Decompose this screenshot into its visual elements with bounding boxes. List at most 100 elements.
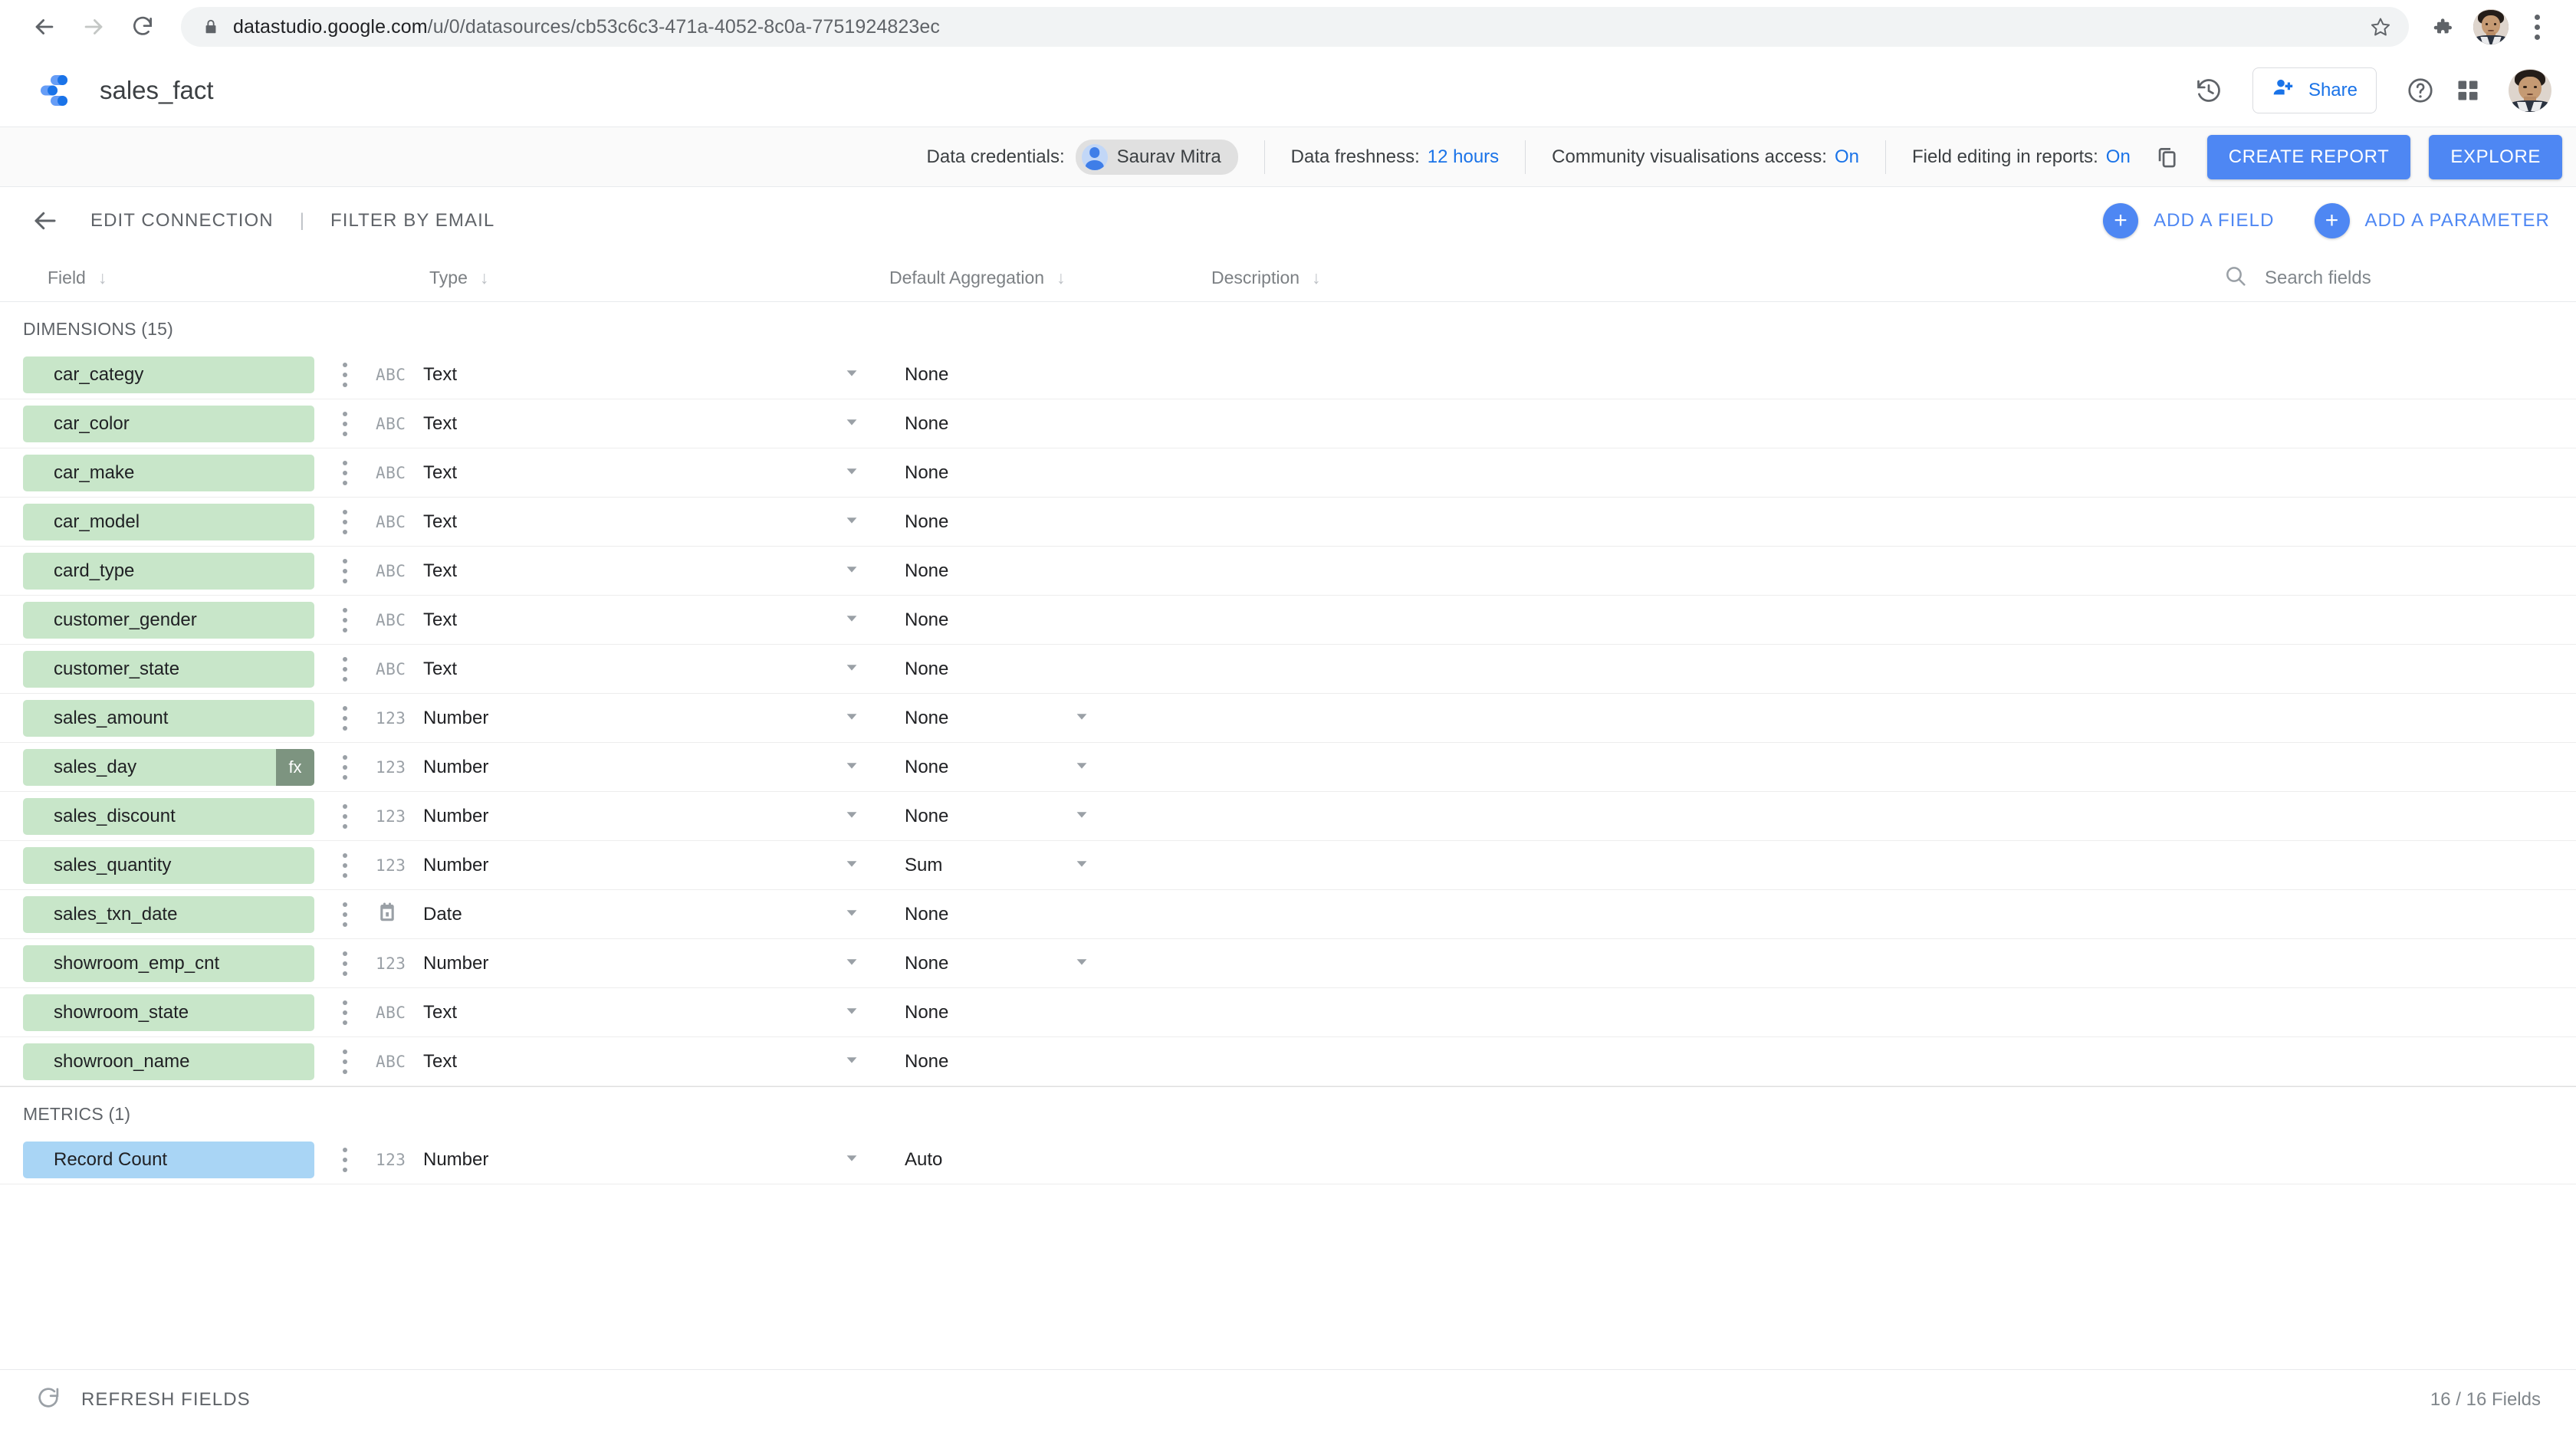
field-name-chip[interactable]: car_categy [23, 356, 314, 393]
table-row[interactable]: sales_quantity 123 Number Sum [0, 841, 2576, 890]
field-type-cell[interactable]: ABC Text [368, 364, 905, 386]
field-name-chip[interactable]: Record Count [23, 1141, 314, 1178]
three-dot-menu-icon[interactable] [2518, 5, 2556, 48]
chevron-down-icon[interactable] [843, 953, 860, 974]
field-type-cell[interactable]: ABC Text [368, 462, 905, 484]
chevron-down-icon[interactable] [843, 1051, 860, 1073]
help-circle-icon[interactable] [2397, 67, 2444, 114]
search-fields-container[interactable]: Search fields [2223, 255, 2545, 302]
default-aggregation-cell[interactable]: None [905, 462, 1196, 484]
chevron-down-icon[interactable] [843, 904, 860, 925]
table-row[interactable]: sales_txn_date Date None [0, 890, 2576, 939]
chevron-down-icon[interactable] [843, 560, 860, 582]
row-options-icon[interactable] [322, 1049, 368, 1074]
default-aggregation-cell[interactable]: None [905, 609, 1196, 631]
puzzle-piece-icon[interactable] [2421, 5, 2464, 48]
table-row[interactable]: customer_state ABC Text None [0, 645, 2576, 694]
chevron-down-icon[interactable] [843, 511, 860, 533]
down-arrow-icon[interactable]: ↓ [98, 268, 107, 288]
field-name-chip[interactable]: showroom_emp_cnt [23, 944, 314, 982]
table-row[interactable]: sales_amount 123 Number None [0, 694, 2576, 743]
column-header-default-aggregation[interactable]: Default Aggregation ↓ [889, 268, 1181, 288]
back-arrow-icon[interactable] [20, 2, 69, 51]
default-aggregation-cell[interactable]: None [905, 953, 1196, 974]
row-options-icon[interactable] [322, 558, 368, 583]
column-header-type[interactable]: Type ↓ [368, 268, 889, 288]
row-options-icon[interactable] [322, 460, 368, 485]
forward-arrow-icon[interactable] [69, 2, 118, 51]
default-aggregation-cell[interactable]: Sum [905, 855, 1196, 876]
field-type-cell[interactable]: ABC Text [368, 659, 905, 680]
browser-profile-avatar[interactable] [2473, 9, 2509, 44]
row-options-icon[interactable] [322, 902, 368, 927]
chevron-down-icon[interactable] [1073, 708, 1090, 729]
default-aggregation-cell[interactable]: None [905, 708, 1196, 729]
default-aggregation-cell[interactable]: None [905, 364, 1196, 386]
field-name-chip[interactable]: card_type [23, 552, 314, 590]
chevron-down-icon[interactable] [843, 609, 860, 631]
column-header-field[interactable]: Field ↓ [0, 268, 368, 288]
default-aggregation-cell[interactable]: None [905, 413, 1196, 435]
chevron-down-icon[interactable] [843, 708, 860, 729]
data-credentials-chip[interactable]: Saurav Mitra [1075, 139, 1238, 175]
table-row[interactable]: card_type ABC Text None [0, 547, 2576, 596]
table-row[interactable]: sales_day fx 123 Number None [0, 743, 2576, 792]
row-options-icon[interactable] [322, 411, 368, 436]
field-editing-group[interactable]: Field editing in reports: On [1912, 146, 2131, 168]
table-row[interactable]: showroon_name ABC Text None [0, 1037, 2576, 1086]
chevron-down-icon[interactable] [843, 1149, 860, 1171]
table-row[interactable]: showroom_state ABC Text None [0, 988, 2576, 1037]
chevron-down-icon[interactable] [843, 659, 860, 680]
data-freshness-value[interactable]: 12 hours [1428, 146, 1499, 168]
chevron-down-icon[interactable] [843, 1002, 860, 1023]
row-options-icon[interactable] [322, 509, 368, 534]
row-options-icon[interactable] [322, 656, 368, 682]
field-editing-value[interactable]: On [2106, 146, 2131, 168]
field-name-chip[interactable]: sales_txn_date [23, 895, 314, 933]
field-type-cell[interactable]: 123 Number [368, 855, 905, 876]
field-name-chip[interactable]: sales_discount [23, 797, 314, 835]
chevron-down-icon[interactable] [1073, 953, 1090, 974]
create-report-button[interactable]: CREATE REPORT [2206, 134, 2411, 179]
default-aggregation-cell[interactable]: None [905, 511, 1196, 533]
table-row[interactable]: car_categy ABC Text None [0, 350, 2576, 399]
field-type-cell[interactable]: ABC Text [368, 413, 905, 435]
field-name-chip[interactable]: car_color [23, 405, 314, 442]
address-bar[interactable]: datastudio.google.com/u/0/datasources/cb… [181, 7, 2409, 47]
filter-by-email-button[interactable]: FILTER BY EMAIL [330, 210, 495, 232]
data-freshness-group[interactable]: Data freshness: 12 hours [1291, 146, 1500, 168]
chevron-down-icon[interactable] [843, 413, 860, 435]
chevron-down-icon[interactable] [843, 855, 860, 876]
chevron-down-icon[interactable] [1073, 855, 1090, 876]
down-arrow-icon[interactable]: ↓ [480, 268, 489, 288]
table-row[interactable]: car_model ABC Text None [0, 498, 2576, 547]
default-aggregation-cell[interactable]: None [905, 904, 1196, 925]
row-options-icon[interactable] [322, 607, 368, 632]
row-options-icon[interactable] [322, 951, 368, 976]
field-type-cell[interactable]: 123 Number [368, 708, 905, 729]
default-aggregation-cell[interactable]: None [905, 806, 1196, 827]
field-name-chip[interactable]: car_make [23, 454, 314, 491]
table-row[interactable]: customer_gender ABC Text None [0, 596, 2576, 645]
field-type-cell[interactable]: 123 Number [368, 953, 905, 974]
explore-button[interactable]: EXPLORE [2429, 134, 2562, 179]
page-title[interactable]: sales_fact [100, 76, 214, 105]
edit-connection-button[interactable]: EDIT CONNECTION [90, 210, 274, 232]
default-aggregation-cell[interactable]: None [905, 560, 1196, 582]
table-row[interactable]: Record Count 123 Number Auto [0, 1135, 2576, 1184]
search-input[interactable]: Search fields [2265, 268, 2371, 289]
field-name-chip[interactable]: sales_day fx [23, 748, 314, 786]
star-icon[interactable] [2363, 9, 2398, 44]
refresh-fields-button[interactable]: REFRESH FIELDS [35, 1385, 251, 1414]
add-a-parameter-button[interactable]: + ADD A PARAMETER [2314, 203, 2550, 238]
field-name-chip[interactable]: showroom_state [23, 994, 314, 1031]
data-credentials-group[interactable]: Data credentials: Saurav Mitra [927, 139, 1238, 175]
field-name-chip[interactable]: sales_quantity [23, 846, 314, 884]
field-name-chip[interactable]: customer_gender [23, 601, 314, 639]
chevron-down-icon[interactable] [843, 757, 860, 778]
add-a-field-button[interactable]: + ADD A FIELD [2103, 203, 2274, 238]
row-options-icon[interactable] [322, 852, 368, 878]
default-aggregation-cell[interactable]: None [905, 757, 1196, 778]
field-name-chip[interactable]: showroon_name [23, 1043, 314, 1080]
chevron-down-icon[interactable] [1073, 757, 1090, 778]
